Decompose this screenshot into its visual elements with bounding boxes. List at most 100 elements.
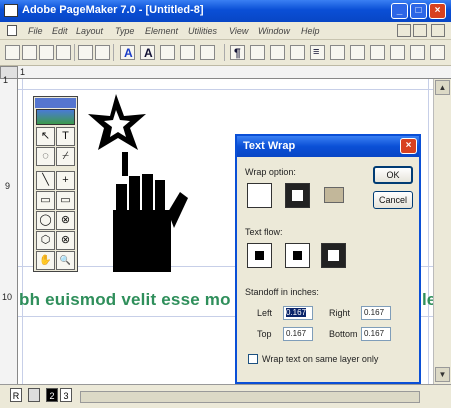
wrap-option-label: Wrap option: (245, 167, 296, 177)
align-center-button[interactable] (270, 45, 285, 60)
menu-layout[interactable]: Layout (76, 26, 103, 36)
toolbox-palette[interactable]: ↖ T ◌ ⌿ ╲ + ▭ ▭ ◯ ⊗ ⬡ ⊗ ✋ 🔍 (33, 96, 78, 272)
maximize-button[interactable]: □ (410, 3, 427, 19)
text-tool-button[interactable]: A (120, 45, 135, 60)
rotate-tool[interactable]: ◌ (36, 147, 55, 166)
paragraph-button[interactable]: ¶ (230, 45, 245, 60)
standoff-label: Standoff in inches: (245, 287, 319, 297)
page-icon[interactable]: 3 (60, 388, 72, 402)
wrap-all-sides-option[interactable] (321, 243, 346, 268)
left-standoff-field[interactable]: 0.167 (283, 306, 313, 320)
align-left-button[interactable] (250, 45, 265, 60)
polygon-frame-tool[interactable]: ⊗ (56, 231, 75, 250)
menu-edit[interactable]: Edit (52, 26, 68, 36)
line-tool[interactable]: ╲ (36, 171, 55, 190)
dialog-titlebar[interactable]: Text Wrap × (237, 136, 419, 157)
cancel-button[interactable]: Cancel (373, 191, 413, 209)
ruler-label: 9 (5, 181, 11, 191)
crop-tool[interactable]: ⌿ (56, 147, 75, 166)
wrap-custom-option[interactable] (321, 183, 346, 208)
jump-over-option[interactable] (285, 243, 310, 268)
top-label: Top (257, 329, 272, 339)
align-right-button[interactable] (290, 45, 305, 60)
dialog-close-button[interactable]: × (400, 138, 417, 154)
top-standoff-field[interactable]: 0.167 (283, 327, 313, 341)
star-hand-graphic[interactable] (88, 92, 198, 276)
body-text-line[interactable]: bh euismod velit esse mo (19, 290, 231, 310)
menu-type[interactable]: Type (115, 26, 134, 36)
horizontal-ruler[interactable]: 1 (18, 66, 451, 79)
toolbox-titlebar[interactable] (35, 98, 76, 108)
find-button[interactable] (95, 45, 110, 60)
master-page-icon[interactable]: R (10, 388, 22, 402)
same-layer-checkbox[interactable] (248, 354, 258, 364)
text-icon: A (124, 46, 133, 60)
column-break-option[interactable] (247, 243, 272, 268)
open-button[interactable] (22, 45, 37, 60)
constrained-line-tool[interactable]: + (56, 171, 75, 190)
line-button[interactable] (200, 45, 215, 60)
scroll-down-button[interactable]: ▼ (435, 367, 450, 382)
ellipse-tool[interactable]: ◯ (36, 211, 55, 230)
cut-button[interactable] (78, 45, 93, 60)
pointer-tool[interactable]: ↖ (36, 127, 55, 146)
toolbar-separator (74, 44, 75, 61)
menu-element[interactable]: Element (145, 26, 178, 36)
polygon-tool[interactable]: ⬡ (36, 231, 55, 250)
wrap-rectangular-option[interactable] (285, 183, 310, 208)
rectangle-frame-tool[interactable]: ▭ (56, 191, 75, 210)
right-standoff-field[interactable]: 0.167 (361, 306, 391, 320)
scroll-up-button[interactable]: ▲ (435, 80, 450, 95)
bottom-standoff-field[interactable]: 0.167 (361, 327, 391, 341)
right-standoff-value: 0.167 (364, 308, 385, 317)
ok-button[interactable]: OK (373, 166, 413, 184)
vertical-scrollbar[interactable]: ▲ ▼ (433, 79, 451, 384)
minimize-button[interactable]: _ (391, 3, 408, 19)
paragraph-icon: ¶ (234, 46, 241, 60)
horizontal-scrollbar[interactable] (80, 391, 420, 403)
zoom-tool[interactable]: 🔍 (56, 251, 75, 270)
indent-button[interactable] (330, 45, 345, 60)
save-button[interactable] (39, 45, 54, 60)
toolbar-separator (224, 44, 225, 61)
margin-guide (22, 79, 23, 384)
document-icon[interactable] (7, 25, 17, 36)
wrap-none-option[interactable] (247, 183, 272, 208)
bold-button[interactable]: A (140, 45, 155, 60)
place-button[interactable] (390, 45, 405, 60)
help-button[interactable] (430, 45, 445, 60)
new-button[interactable] (5, 45, 20, 60)
text-flow-label: Text flow: (245, 227, 283, 237)
menu-view[interactable]: View (229, 26, 248, 36)
doc-minimize-button[interactable] (397, 24, 411, 37)
vertical-ruler[interactable]: 1 9 10 (0, 75, 18, 384)
menu-bar: File Edit Layout Type Element Utilities … (0, 22, 451, 40)
export-button[interactable] (410, 45, 425, 60)
doc-close-button[interactable] (431, 24, 445, 37)
justify-button[interactable]: ≡ (310, 45, 325, 60)
page-icon-current[interactable]: 2 (46, 388, 58, 402)
app-icon[interactable] (4, 4, 18, 17)
text-tool[interactable]: T (56, 127, 75, 146)
ruler-label: 1 (20, 67, 26, 77)
menu-file[interactable]: File (28, 26, 43, 36)
menu-help[interactable]: Help (301, 26, 320, 36)
menu-window[interactable]: Window (258, 26, 290, 36)
print-button[interactable] (56, 45, 71, 60)
option-inner-icon (328, 250, 339, 261)
fill-button[interactable] (180, 45, 195, 60)
rotate-button[interactable] (350, 45, 365, 60)
style-button[interactable] (160, 45, 175, 60)
rectangle-tool[interactable]: ▭ (36, 191, 55, 210)
doc-restore-button[interactable] (413, 24, 427, 37)
same-layer-label[interactable]: Wrap text on same layer only (262, 354, 378, 364)
frame-button[interactable] (370, 45, 385, 60)
dialog-title: Text Wrap (243, 140, 296, 152)
menu-utilities[interactable]: Utilities (188, 26, 217, 36)
page-icon[interactable] (28, 388, 40, 402)
right-label: Right (329, 308, 351, 318)
ellipse-frame-tool[interactable]: ⊗ (56, 211, 75, 230)
hand-tool[interactable]: ✋ (36, 251, 55, 270)
close-button[interactable]: × (429, 3, 446, 19)
bottom-label: Bottom (329, 329, 358, 339)
